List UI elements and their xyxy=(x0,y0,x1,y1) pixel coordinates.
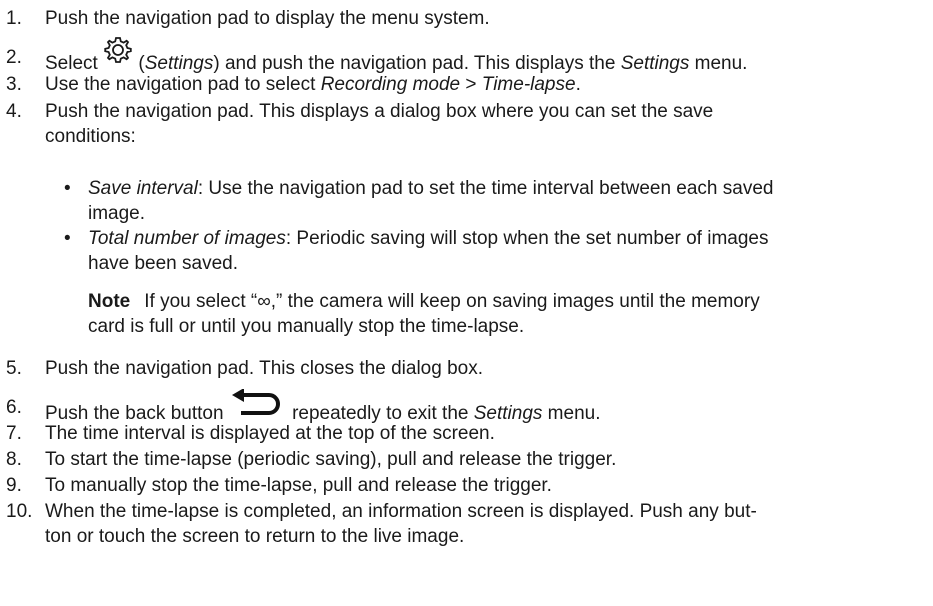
bullet-item-cont: image. xyxy=(88,201,888,226)
step-text-line: ton or touch the screen to return to the… xyxy=(45,526,465,547)
note-text: card is full or until you manually stop … xyxy=(88,316,525,337)
step-text-segment: Use the navigation pad to select xyxy=(45,74,321,95)
step-text-segment: ) and push the navigation pad. This disp… xyxy=(213,53,621,74)
step-number: 9. xyxy=(6,475,22,496)
step-text: Push the navigation pad. This closes the… xyxy=(45,358,483,379)
step-number: 7. xyxy=(6,423,22,444)
step-text: To manually stop the time-lapse, pull an… xyxy=(45,475,552,496)
step-text-line: When the time-lapse is completed, an inf… xyxy=(45,501,757,522)
note-cont: card is full or until you manually stop … xyxy=(88,314,898,339)
step-number: 5. xyxy=(6,358,22,379)
note: Note If you select “∞,” the camera will k… xyxy=(88,289,898,314)
step-text-segment: ( xyxy=(133,53,145,74)
step-number: 8. xyxy=(6,449,22,470)
step-number: 4. xyxy=(6,101,22,122)
bullet-item: • Total number of images: Periodic savin… xyxy=(64,226,888,251)
step-text-emphasis: Recording mode xyxy=(320,74,461,95)
step-number: 6. xyxy=(6,397,22,418)
note-text: If you select “∞,” the camera will keep … xyxy=(144,291,760,312)
step-text-segment: menu. xyxy=(689,53,748,74)
step-number: 10. xyxy=(6,501,33,522)
step-number: 1. xyxy=(6,8,22,29)
bullet-dot: • xyxy=(64,228,71,249)
step-number: 2. xyxy=(6,47,22,68)
step-text: Push the navigation pad to display the m… xyxy=(45,8,490,29)
bullet-term: Save interval xyxy=(88,178,198,199)
step-text: The time interval is displayed at the to… xyxy=(45,423,495,444)
step-text-segment: > xyxy=(460,74,482,95)
step-text-line: Push the navigation pad. This displays a… xyxy=(45,101,714,122)
bullet-dot: • xyxy=(64,178,71,199)
bullet-text: : Periodic saving will stop when the set… xyxy=(285,228,769,249)
step-text-segment: . xyxy=(575,74,581,95)
note-label: Note xyxy=(88,291,131,312)
step-number: 3. xyxy=(6,74,22,95)
step-text-emphasis: Settings xyxy=(620,53,690,74)
step-text-line: conditions: xyxy=(45,126,136,147)
bullet-term: Total number of images xyxy=(88,228,286,249)
step-text-emphasis: Time-lapse xyxy=(481,74,576,95)
bullet-text: have been saved. xyxy=(88,253,239,274)
step-text-segment: Select xyxy=(45,53,98,74)
step-text-emphasis: Settings xyxy=(144,53,214,74)
bullet-item-cont: have been saved. xyxy=(88,251,888,276)
step-text: To start the time-lapse (periodic saving… xyxy=(45,449,617,470)
bullet-item: • Save interval: Use the navigation pad … xyxy=(64,176,888,201)
bullet-text: image. xyxy=(88,203,146,224)
step-text: Use the navigation pad to select Recordi… xyxy=(45,72,921,97)
bullet-text: : Use the navigation pad to set the time… xyxy=(197,178,774,199)
